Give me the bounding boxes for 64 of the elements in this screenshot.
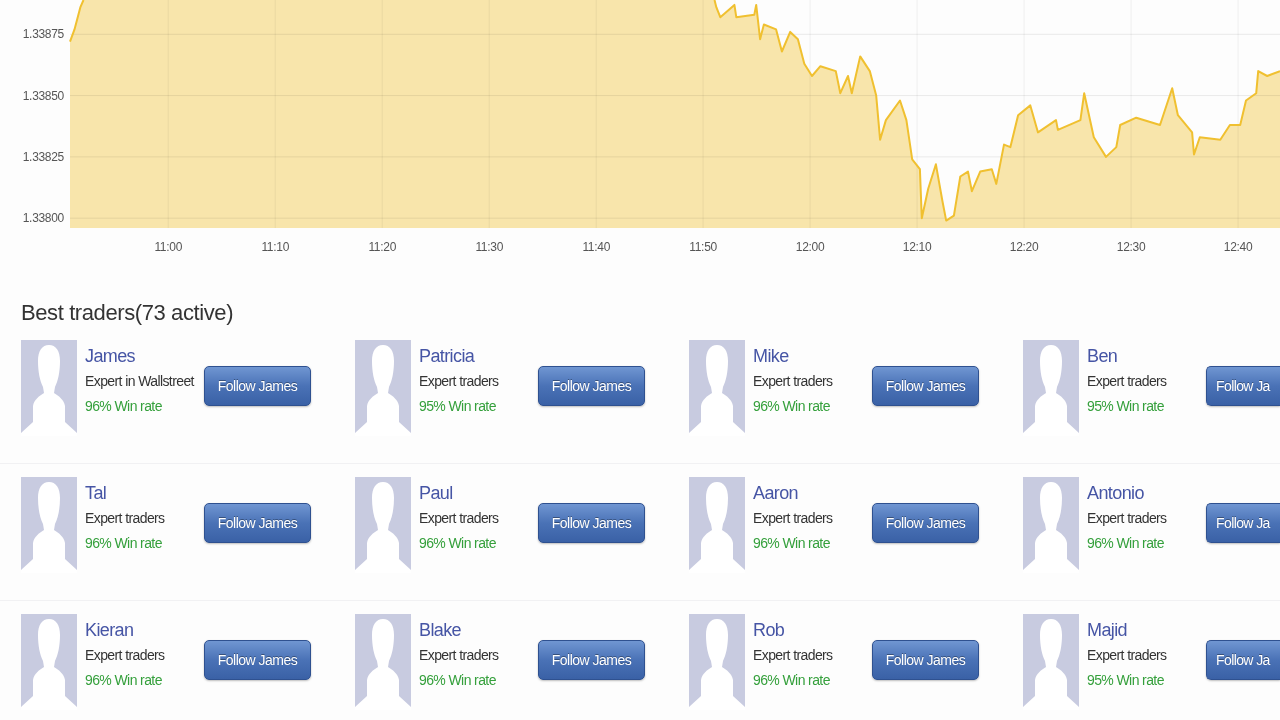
x-axis-label: 11:50: [689, 240, 717, 254]
follow-button[interactable]: Follow James: [538, 640, 645, 680]
follow-button[interactable]: Follow James: [204, 366, 311, 406]
y-axis-label: 1.33850: [22, 88, 64, 103]
trader-description: Expert traders: [85, 646, 165, 665]
y-axis-label: 1.33800: [22, 211, 64, 226]
win-rate-text: 95% Win rate: [1087, 397, 1164, 416]
trader-name-link[interactable]: James: [85, 344, 136, 369]
win-rate-text: 96% Win rate: [85, 534, 162, 553]
section-heading: Best traders(73 active): [21, 300, 234, 326]
x-axis-label: 11:20: [368, 240, 396, 254]
trader-name-link[interactable]: Ben: [1087, 344, 1118, 369]
x-axis-label: 11:00: [154, 240, 182, 254]
x-axis-label: 12:40: [1223, 240, 1253, 254]
y-axis-label: 1.33875: [22, 27, 64, 42]
follow-button[interactable]: Follow James: [538, 503, 645, 543]
trader-name-link[interactable]: Patricia: [419, 344, 475, 369]
win-rate-text: 96% Win rate: [753, 534, 830, 553]
follow-button[interactable]: Follow Ja: [1206, 366, 1280, 406]
trader-description: Expert traders: [1087, 646, 1167, 665]
follow-button[interactable]: Follow James: [538, 366, 645, 406]
trader-description: Expert traders: [1087, 372, 1167, 391]
x-axis-label: 12:30: [1116, 240, 1146, 254]
trader-name-link[interactable]: Majid: [1087, 618, 1127, 643]
win-rate-text: 95% Win rate: [1087, 671, 1164, 690]
trader-name-link[interactable]: Mike: [753, 344, 789, 369]
trader-description: Expert traders: [85, 509, 165, 528]
trader-description: Expert in Wallstreet: [85, 372, 194, 391]
trader-name-link[interactable]: Kieran: [85, 618, 134, 643]
trader-description: Expert traders: [1087, 509, 1167, 528]
follow-button[interactable]: Follow James: [872, 366, 979, 406]
trader-description: Expert traders: [753, 372, 833, 391]
x-axis-label: 11:10: [261, 240, 289, 254]
trader-description: Expert traders: [419, 509, 499, 528]
win-rate-text: 96% Win rate: [419, 671, 496, 690]
x-axis-label: 12:10: [902, 240, 932, 254]
trader-description: Expert traders: [753, 646, 833, 665]
win-rate-text: 95% Win rate: [419, 397, 496, 416]
trader-name-link[interactable]: Antonio: [1087, 481, 1144, 506]
win-rate-text: 96% Win rate: [753, 397, 830, 416]
trader-name-link[interactable]: Tal: [85, 481, 107, 506]
win-rate-text: 96% Win rate: [85, 671, 162, 690]
win-rate-text: 96% Win rate: [419, 534, 496, 553]
trader-name-link[interactable]: Paul: [419, 481, 453, 506]
trader-description: Expert traders: [753, 509, 833, 528]
x-axis-label: 12:00: [795, 240, 825, 254]
trader-description: Expert traders: [419, 646, 499, 665]
trader-name-link[interactable]: Blake: [419, 618, 462, 643]
x-axis-label: 11:40: [582, 240, 610, 254]
trader-description: Expert traders: [419, 372, 499, 391]
follow-button[interactable]: Follow James: [872, 640, 979, 680]
x-axis-label: 12:20: [1009, 240, 1039, 254]
win-rate-text: 96% Win rate: [85, 397, 162, 416]
follow-button[interactable]: Follow James: [872, 503, 979, 543]
x-axis-label: 11:30: [475, 240, 503, 254]
win-rate-text: 96% Win rate: [753, 671, 830, 690]
follow-button[interactable]: Follow James: [204, 640, 311, 680]
trader-name-link[interactable]: Aaron: [753, 481, 799, 506]
y-axis-label: 1.33825: [22, 149, 64, 164]
follow-button[interactable]: Follow James: [204, 503, 311, 543]
trader-name-link[interactable]: Rob: [753, 618, 785, 643]
win-rate-text: 96% Win rate: [1087, 534, 1164, 553]
follow-button[interactable]: Follow Ja: [1206, 640, 1280, 680]
follow-button[interactable]: Follow Ja: [1206, 503, 1280, 543]
